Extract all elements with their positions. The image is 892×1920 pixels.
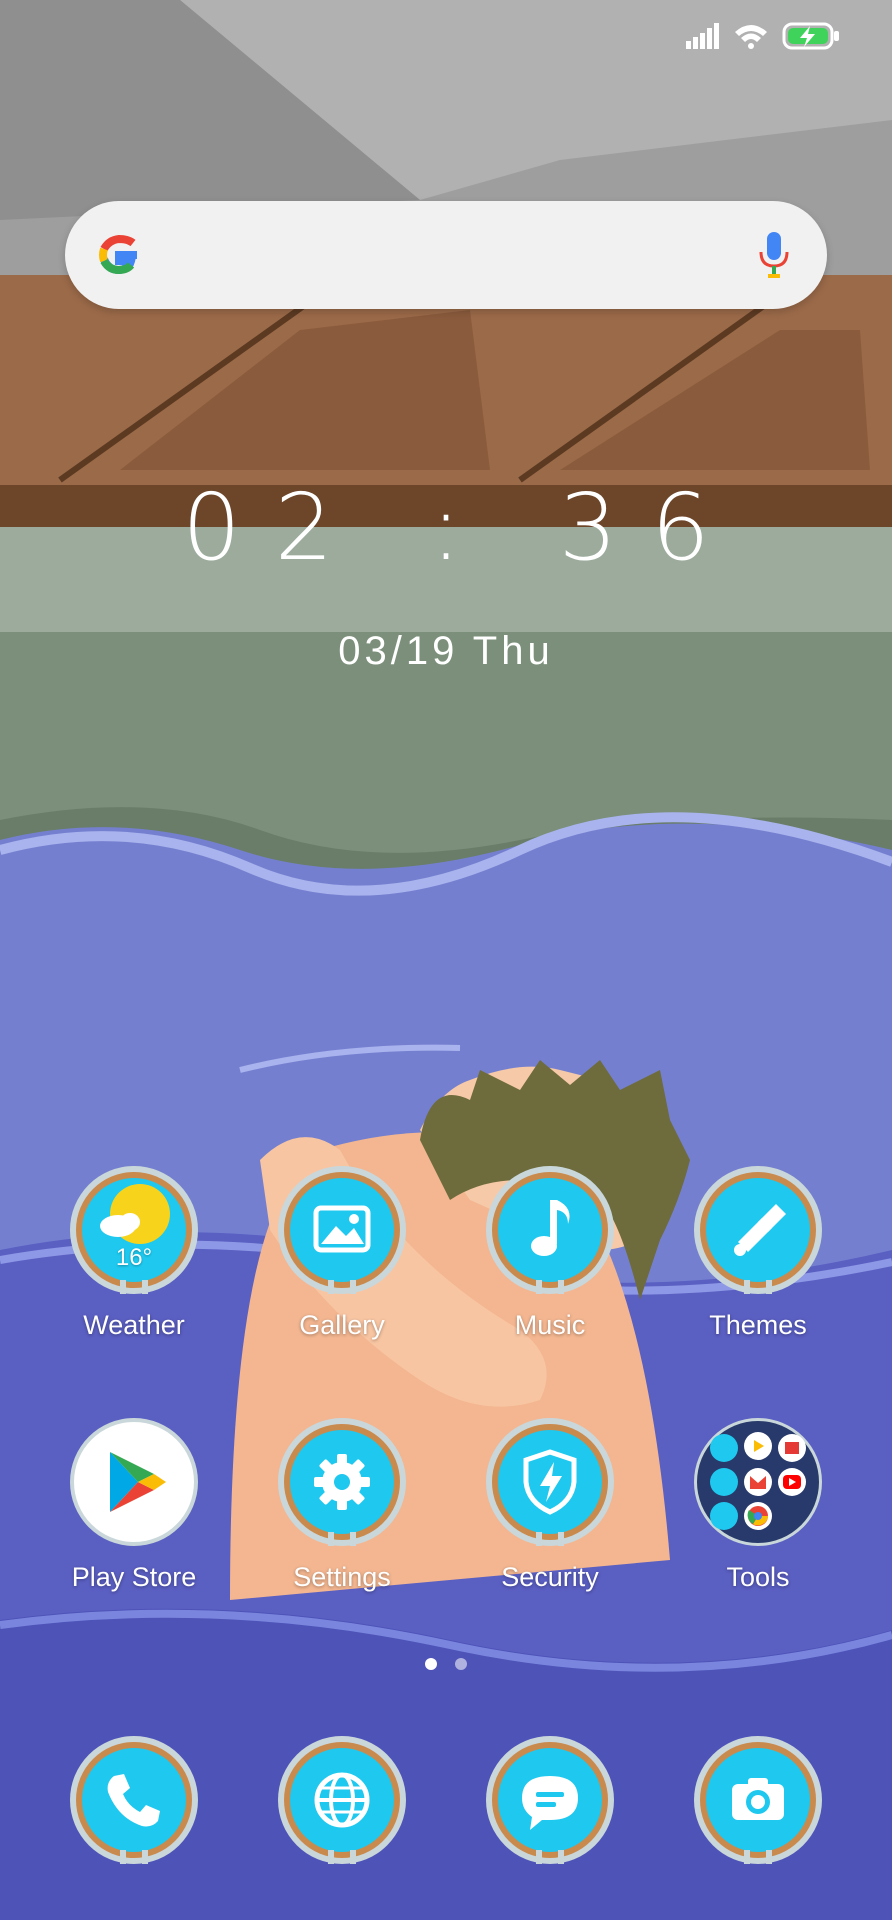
dock-camera[interactable] — [658, 1734, 858, 1866]
app-label-security: Security — [501, 1562, 599, 1592]
app-gallery[interactable]: Gallery — [242, 1164, 442, 1341]
microphone-icon[interactable] — [757, 230, 791, 280]
gear-icon — [276, 1416, 408, 1548]
google-search-bar[interactable] — [65, 201, 827, 309]
app-label-settings: Settings — [293, 1562, 391, 1592]
app-label-play-store: Play Store — [71, 1562, 197, 1592]
weather-temperature: 16° — [115, 1244, 153, 1271]
app-label-weather: Weather — [83, 1310, 185, 1340]
music-note-icon — [484, 1164, 616, 1296]
page-indicator[interactable] — [0, 1658, 892, 1670]
app-label-gallery: Gallery — [299, 1310, 385, 1340]
page-dot-2[interactable] — [455, 1658, 467, 1670]
folder-icon — [692, 1416, 824, 1548]
battery-charging-icon — [782, 22, 839, 50]
clock-date[interactable]: 03/19 Thu — [0, 626, 892, 676]
page-dot-1[interactable] — [425, 1658, 437, 1670]
google-g-logo — [99, 234, 137, 275]
status-bar — [686, 22, 840, 50]
app-music[interactable]: Music — [450, 1164, 650, 1341]
camera-icon — [692, 1734, 824, 1866]
dock-messages[interactable] — [450, 1734, 650, 1866]
app-security[interactable]: Security — [450, 1416, 650, 1593]
app-label-tools: Tools — [726, 1562, 790, 1592]
messages-icon — [484, 1734, 616, 1866]
browser-globe-icon — [276, 1734, 408, 1866]
paintbrush-icon — [692, 1164, 824, 1296]
app-folder-tools[interactable]: Tools — [658, 1416, 858, 1593]
app-weather[interactable]: 16° Weather — [34, 1164, 234, 1341]
dock-phone[interactable] — [34, 1734, 234, 1866]
cellular-signal-icon — [686, 23, 719, 49]
app-settings[interactable]: Settings — [242, 1416, 442, 1593]
clock-time[interactable]: 02 : 36 — [0, 478, 892, 578]
app-label-music: Music — [514, 1310, 586, 1340]
shield-bolt-icon — [484, 1416, 616, 1548]
dock-browser[interactable] — [242, 1734, 442, 1866]
app-themes[interactable]: Themes — [658, 1164, 858, 1341]
weather-icon: 16° — [68, 1164, 200, 1296]
home-screen: 02 : 36 03/19 Thu 16° Weather Gallery Mu… — [0, 0, 892, 1920]
app-label-themes: Themes — [709, 1310, 807, 1340]
wifi-icon — [735, 25, 767, 49]
phone-icon — [68, 1734, 200, 1866]
play-store-icon — [68, 1416, 200, 1548]
gallery-icon — [276, 1164, 408, 1296]
app-play-store[interactable]: Play Store — [34, 1416, 234, 1593]
